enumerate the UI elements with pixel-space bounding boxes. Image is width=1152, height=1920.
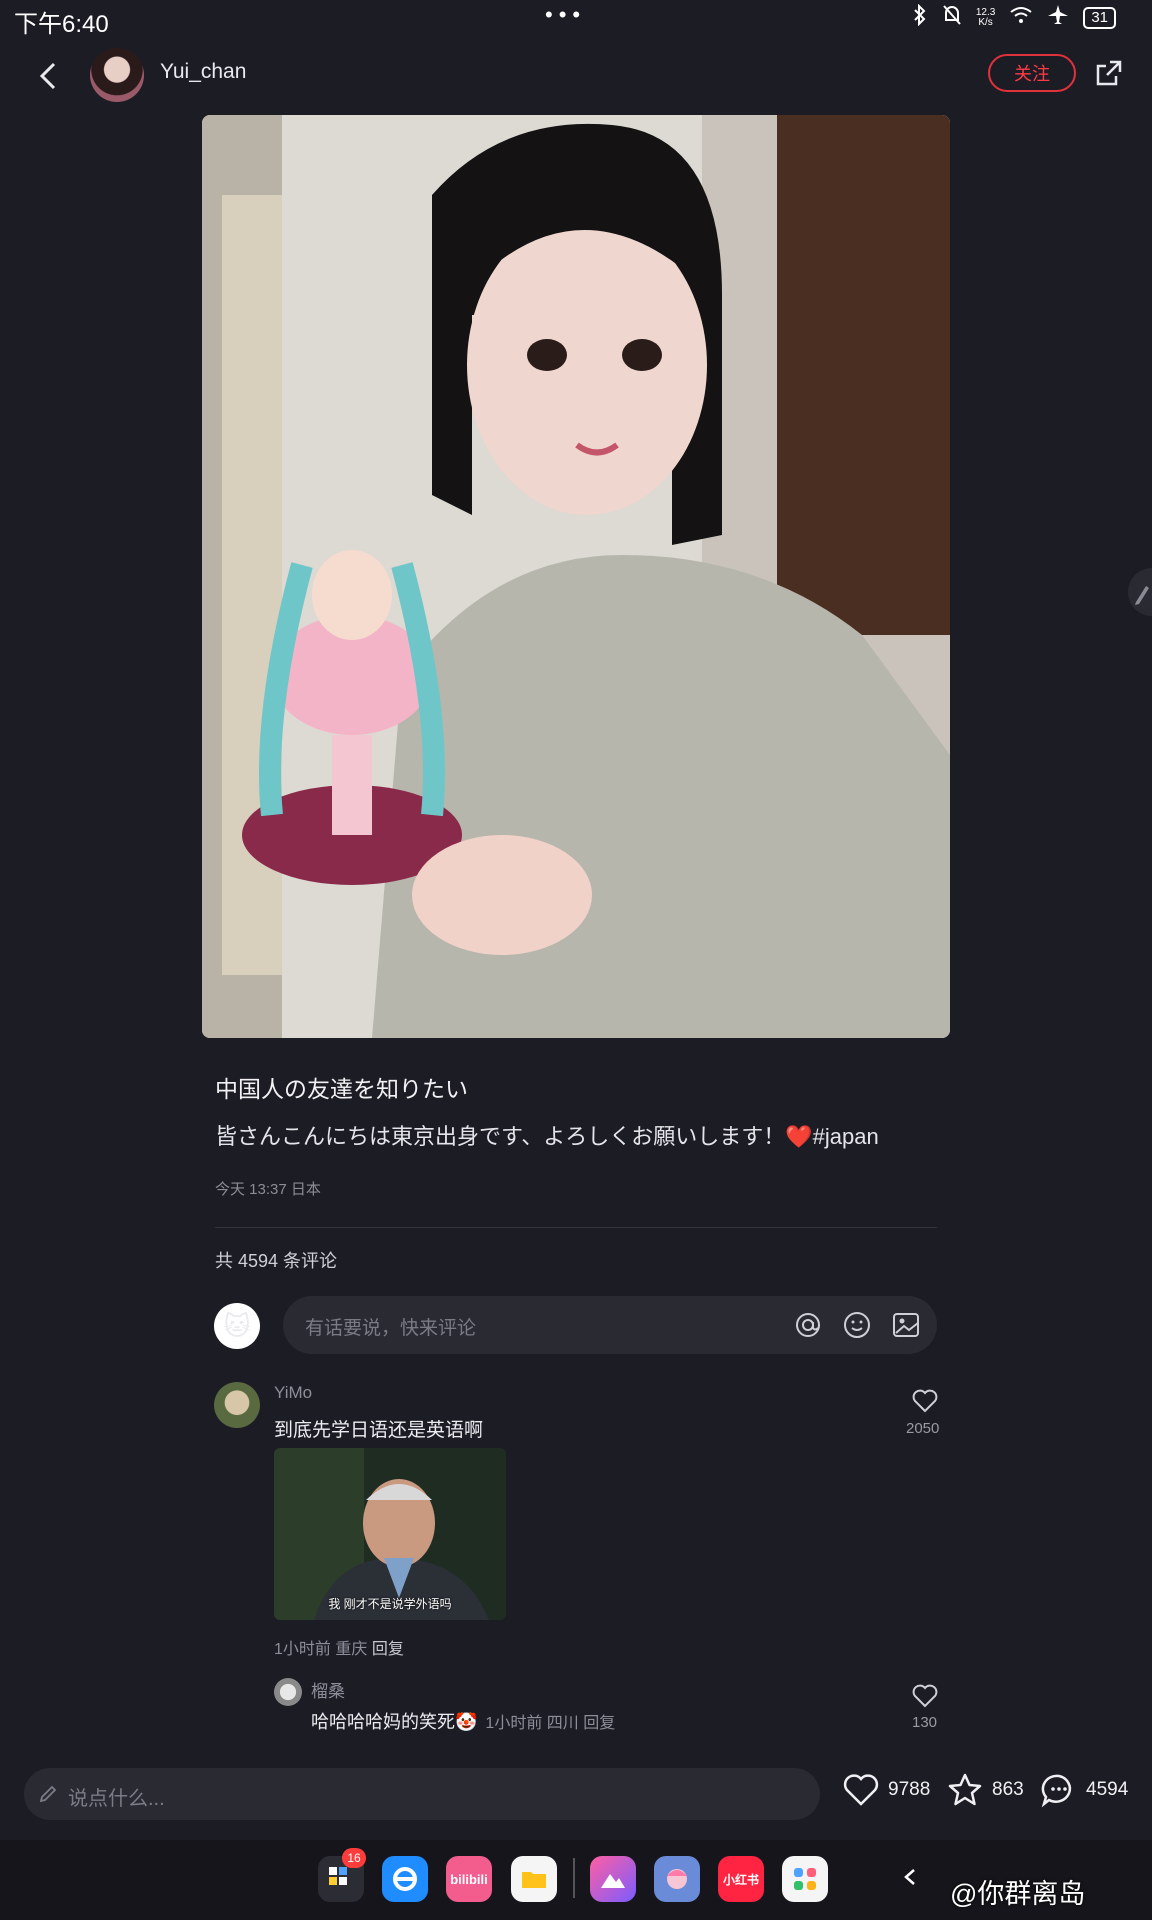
mountain-icon — [601, 1874, 625, 1888]
image-icon — [893, 1313, 919, 1337]
comment-total: 4594 — [1086, 1779, 1129, 1800]
edit-pen-handle[interactable] — [1128, 568, 1152, 616]
battery-indicator: 31 — [1083, 7, 1116, 29]
divider — [215, 1227, 937, 1228]
comment-count: 共 4594 条评论 — [215, 1251, 338, 1271]
heart-icon — [912, 1389, 938, 1413]
comment-meta: 1小时前 重庆 回复 — [274, 1641, 404, 1658]
comment-avatar[interactable] — [214, 1382, 260, 1428]
comment-button[interactable]: 4594 — [1040, 1772, 1128, 1808]
share-icon — [1096, 60, 1122, 86]
favorite-count: 863 — [992, 1779, 1024, 1800]
comment-bubble-icon — [1041, 1774, 1072, 1808]
nav-back-button[interactable] — [900, 1862, 920, 1892]
comment-image[interactable]: 我 刚才不是说学外语吗 — [274, 1448, 506, 1620]
reply-like-button[interactable] — [910, 1680, 940, 1710]
bluetooth-icon — [912, 3, 928, 32]
comment-like-count: 2050 — [906, 1420, 940, 1437]
reply-button[interactable]: 回复 — [372, 1641, 404, 1658]
wifi-icon — [1009, 5, 1033, 31]
follow-button[interactable]: 关注 — [988, 54, 1076, 92]
dock-app-anime[interactable] — [654, 1856, 700, 1902]
dock-app-browser[interactable] — [382, 1856, 428, 1902]
net-speed: 12.3 K/s — [975, 7, 996, 28]
like-count: 9788 — [888, 1779, 931, 1800]
reply-username[interactable]: 榴桑 — [311, 1677, 345, 1702]
anime-avatar-icon — [667, 1869, 687, 1889]
apps-icon — [794, 1868, 816, 1890]
share-button[interactable] — [1094, 58, 1124, 88]
pen-icon — [1135, 586, 1149, 605]
comment-text: 到底先学日语还是英语啊 — [274, 1420, 484, 1441]
weibo-watermark: @你群离岛 — [950, 1879, 1086, 1909]
comment-like-button[interactable] — [910, 1385, 940, 1415]
dock-app-xiaohongshu[interactable]: 小红书 — [718, 1856, 764, 1902]
grid-icon — [329, 1867, 347, 1885]
notification-badge: 16 — [342, 1848, 366, 1868]
post-photo[interactable] — [202, 115, 950, 1038]
status-icons: 12.3 K/s 31 — [912, 3, 1116, 32]
folder-icon — [522, 1872, 546, 1888]
image-button[interactable] — [891, 1310, 921, 1340]
comment-username[interactable]: YiMo — [274, 1383, 312, 1403]
say-something-placeholder[interactable]: 说点什么... — [68, 1782, 165, 1811]
pencil-icon — [38, 1784, 58, 1804]
post-body: 皆さんこんにちは東京出身です、よろしくお願いします！❤️#japan — [215, 1124, 879, 1149]
chevron-left-icon — [39, 62, 56, 90]
heart-icon — [912, 1684, 938, 1708]
at-icon — [796, 1313, 820, 1337]
reply-text: 哈哈哈哈妈的笑死🤡 1小时前 四川 回复 — [311, 1712, 616, 1732]
my-avatar: 🐱 — [214, 1303, 260, 1349]
chevron-left-icon — [904, 1869, 915, 1885]
favorite-button[interactable]: 863 — [946, 1772, 1024, 1808]
emoji-button[interactable] — [842, 1310, 872, 1340]
dock-app-gallery[interactable] — [590, 1856, 636, 1902]
author-name[interactable]: Yui_chan — [160, 60, 246, 84]
airplane-icon — [1047, 4, 1069, 32]
dock-app-store[interactable] — [782, 1856, 828, 1902]
star-icon — [948, 1773, 982, 1806]
post-meta: 今天 13:37 日本 — [215, 1181, 321, 1198]
reply-avatar[interactable] — [274, 1678, 302, 1706]
smiley-icon — [844, 1312, 870, 1338]
comment-image-caption: 我 刚才不是说学外语吗 — [328, 1597, 452, 1611]
status-time: 下午6:40 — [14, 11, 109, 38]
reply-like-count: 130 — [912, 1714, 938, 1731]
comment-input-placeholder[interactable]: 有话要说，快来评论 — [305, 1313, 476, 1340]
post-title: 中国人の友達を知りたい — [215, 1076, 468, 1102]
status-dots: ••• — [545, 2, 587, 27]
reply-meta: 1小时前 四川 回复 — [485, 1715, 616, 1732]
author-avatar[interactable] — [90, 48, 144, 102]
mention-button[interactable] — [793, 1310, 823, 1340]
dock-app-bilibili[interactable]: bilibili — [446, 1856, 492, 1902]
back-button[interactable] — [34, 56, 64, 96]
dock-separator — [573, 1858, 575, 1898]
heart-icon — [843, 1774, 879, 1806]
browser-icon — [393, 1867, 417, 1891]
like-button[interactable]: 9788 — [842, 1772, 930, 1808]
dock-app-files[interactable] — [511, 1856, 557, 1902]
mute-bell-icon — [942, 4, 962, 32]
